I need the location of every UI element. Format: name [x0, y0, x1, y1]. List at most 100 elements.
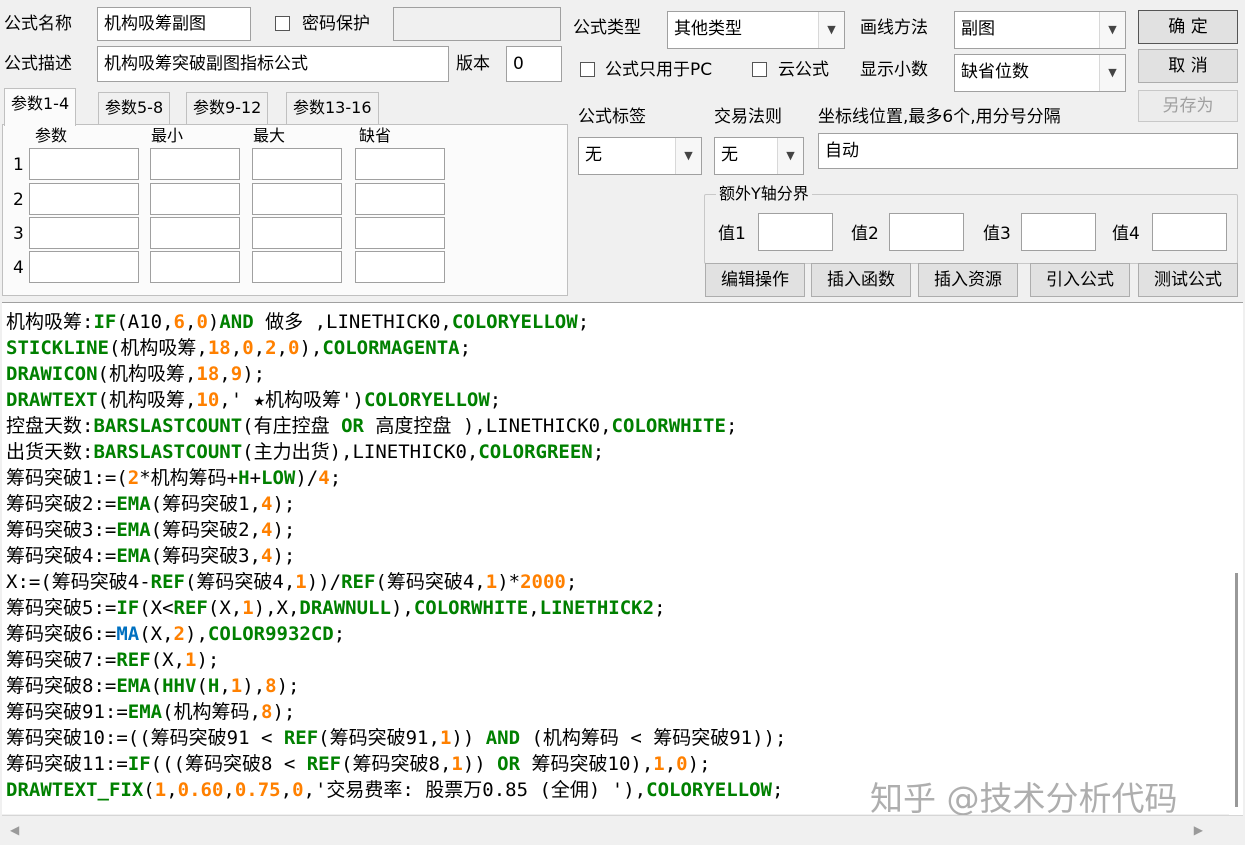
draw-method-select[interactable]: 副图 ▼ [954, 11, 1126, 49]
chevron-down-icon[interactable]: ▼ [777, 138, 803, 174]
code-token: ),X, [253, 597, 300, 619]
code-token: 18 [196, 363, 220, 385]
code-line: 机构吸筹:IF(A10,6,0)AND 做多 ,LINETHICK0,COLOR… [6, 309, 786, 335]
param-max-input[interactable] [252, 217, 342, 249]
code-token: 0 [196, 311, 208, 333]
code-line: 筹码突破5:=IF(X<REF(X,1),X,DRAWNULL),COLORWH… [6, 595, 786, 621]
code-token: COLORWHITE [611, 415, 726, 437]
code-token: ); [272, 519, 296, 541]
param-min-input[interactable] [150, 251, 240, 283]
edit-ops-button[interactable]: 编辑操作 [705, 263, 805, 297]
code-token: COLORYELLOW [646, 779, 772, 801]
scroll-left-icon[interactable]: ◀ [10, 823, 19, 837]
code-token: OR [341, 415, 364, 437]
chevron-down-icon[interactable]: ▼ [1099, 55, 1125, 91]
param-name-input[interactable] [29, 148, 139, 180]
formula-desc-input[interactable]: 机构吸筹突破副图指标公式 [97, 46, 449, 82]
code-token: EMA [116, 519, 151, 541]
coord-lines-label: 坐标线位置,最多6个,用分号分隔 [818, 107, 1061, 127]
code-line: DRAWTEXT_FIX(1,0.60,0.75,0,'交易费率: 股票万0.8… [6, 777, 786, 803]
code-line: 筹码突破11:=IF(((筹码突破8 < REF(筹码突破8,1)) OR 筹码… [6, 751, 786, 777]
param-name-input[interactable] [29, 217, 139, 249]
code-token: REF [116, 649, 151, 671]
formula-tag-select[interactable]: 无 ▼ [578, 137, 702, 175]
code-line: STICKLINE(机构吸筹,18,0,2,0),COLORMAGENTA; [6, 335, 786, 361]
code-token: 筹码突破7:= [6, 649, 117, 671]
param-min-input[interactable] [150, 217, 240, 249]
pc-only-checkbox[interactable] [580, 62, 595, 77]
code-token: 1 [230, 675, 243, 697]
formula-name-input[interactable]: 机构吸筹副图 [97, 7, 251, 41]
code-token: 4 [318, 467, 330, 489]
code-token: ), [242, 675, 266, 697]
param-row-number: 2 [13, 190, 24, 210]
scroll-right-icon[interactable]: ▶ [1194, 823, 1203, 837]
code-token: 2 [265, 337, 277, 359]
code-editor[interactable]: 机构吸筹:IF(A10,6,0)AND 做多 ,LINETHICK0,COLOR… [2, 302, 1243, 815]
insert-function-button[interactable]: 插入函数 [811, 263, 911, 297]
param-max-input[interactable] [252, 183, 342, 215]
formula-type-select[interactable]: 其他类型 ▼ [667, 11, 845, 49]
code-token: REF [173, 597, 208, 619]
code-token: EMA [116, 493, 151, 515]
cloud-checkbox[interactable] [752, 62, 767, 77]
horizontal-scrollbar[interactable]: ◀ ▶ [2, 815, 1243, 845]
param-default-input[interactable] [355, 217, 445, 249]
param-default-input[interactable] [355, 148, 445, 180]
tab-params-1-4[interactable]: 参数1-4 [4, 88, 77, 126]
code-token: 筹码突破1:=( [6, 467, 128, 489]
param-header-max: 最大 [253, 126, 286, 145]
param-min-input[interactable] [150, 148, 240, 180]
param-default-input[interactable] [355, 251, 445, 283]
code-token: 筹码突破11:= [6, 753, 128, 775]
param-max-input[interactable] [252, 148, 342, 180]
param-name-input[interactable] [29, 251, 139, 283]
code-token: 筹码突破10:=((筹码突破91 < [6, 727, 284, 749]
code-line: 筹码突破6:=MA(X,2),COLOR9932CD; [6, 621, 786, 647]
tab-params-13-16[interactable]: 参数13-16 [286, 92, 379, 124]
extra-y-input-2[interactable] [889, 213, 964, 251]
cancel-button[interactable]: 取 消 [1138, 49, 1238, 83]
version-input[interactable]: 0 [506, 46, 562, 82]
decimals-select[interactable]: 缺省位数 ▼ [954, 54, 1126, 92]
chevron-down-icon[interactable]: ▼ [675, 138, 701, 174]
import-formula-button[interactable]: 引入公式 [1030, 263, 1130, 297]
code-line: 筹码突破2:=EMA(筹码突破1,4); [6, 491, 786, 517]
code-token: , [253, 337, 266, 359]
chevron-down-icon[interactable]: ▼ [1099, 12, 1125, 48]
trade-rule-select[interactable]: 无 ▼ [714, 137, 804, 175]
chevron-down-icon[interactable]: ▼ [818, 12, 844, 48]
ok-button[interactable]: 确 定 [1138, 10, 1238, 44]
code-token: (机构筹码 < 筹码突破91)); [520, 727, 787, 749]
code-token: ), [390, 597, 414, 619]
test-formula-button[interactable]: 测试公式 [1138, 263, 1238, 297]
code-token: 筹码突破5:= [6, 597, 117, 619]
vertical-scrollbar[interactable] [1229, 303, 1243, 815]
scrollbar-thumb[interactable] [1235, 573, 1238, 807]
code-token: X:=(筹码突破4- [6, 571, 151, 593]
code-token: IF [93, 311, 117, 333]
password-checkbox[interactable] [275, 16, 290, 31]
param-max-input[interactable] [252, 251, 342, 283]
code-token: ; [329, 467, 342, 489]
code-token: OR [497, 753, 521, 775]
param-default-input[interactable] [355, 183, 445, 215]
code-token: DRAWTEXT_FIX [6, 779, 144, 801]
extra-y-input-1[interactable] [758, 213, 833, 251]
code-token: )) [451, 727, 486, 749]
extra-y-input-3[interactable] [1021, 213, 1096, 251]
param-name-input[interactable] [29, 183, 139, 215]
code-token: 1 [242, 597, 254, 619]
code-token: 出货天数: [6, 441, 94, 463]
coord-lines-input[interactable]: 自动 [818, 133, 1238, 169]
code-token: ); [276, 675, 300, 697]
param-min-input[interactable] [150, 183, 240, 215]
code-token: COLORYELLOW [451, 311, 578, 333]
insert-resource-button[interactable]: 插入资源 [918, 263, 1018, 297]
formula-name-label: 公式名称 [4, 14, 72, 34]
code-token: 筹码突破10), [520, 753, 654, 775]
extra-y-input-4[interactable] [1152, 213, 1227, 251]
tab-params-9-12[interactable]: 参数9-12 [186, 92, 269, 124]
code-token: 4 [260, 493, 273, 515]
tab-params-5-8[interactable]: 参数5-8 [98, 92, 171, 124]
